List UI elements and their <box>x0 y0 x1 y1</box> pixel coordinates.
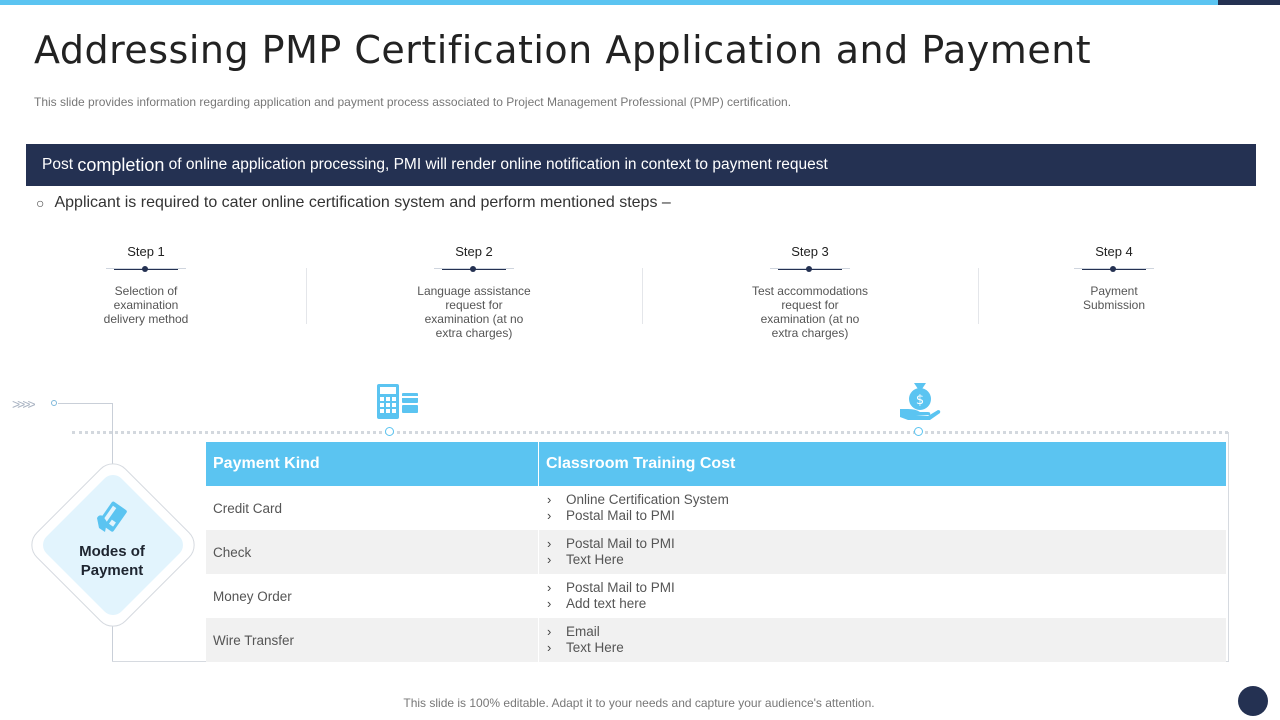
chevron-right-icon: › <box>547 596 552 611</box>
chevron-arrows-icon: >>>> <box>12 396 36 412</box>
step-divider <box>642 268 643 324</box>
training-cost-cell: › Email › Text Here <box>539 618 1226 662</box>
step-description: Language assistance request for examinat… <box>417 284 531 340</box>
cost-item: Add text here <box>566 596 647 611</box>
page-subtitle: This slide provides information regardin… <box>34 95 792 109</box>
connector-line <box>58 403 112 404</box>
banner-prefix: Post <box>42 156 78 173</box>
table-header: Payment Kind Classroom Training Cost <box>206 442 1226 486</box>
step-title: Step 1 <box>127 244 165 259</box>
card-hand-icon <box>93 498 133 543</box>
top-accent-bar <box>0 0 1218 5</box>
step-divider <box>978 268 979 324</box>
info-banner: Post completion of online application pr… <box>26 144 1256 186</box>
payment-table: Payment Kind Classroom Training Cost Cre… <box>206 442 1226 662</box>
step-description: Payment Submission <box>1082 284 1146 312</box>
cost-item: Email <box>566 624 600 639</box>
connector-node <box>914 427 923 436</box>
chevron-right-icon: › <box>547 536 552 551</box>
chevron-right-icon: › <box>547 640 552 655</box>
cost-item: Text Here <box>566 552 624 567</box>
table-frame-right <box>1228 432 1229 662</box>
step-connector <box>434 266 514 272</box>
step-connector <box>106 266 186 272</box>
step-title: Step 2 <box>455 244 493 259</box>
training-cost-cell: › Online Certification System › Postal Mai… <box>539 486 1226 530</box>
chevron-right-icon: › <box>547 552 552 567</box>
cost-item: Postal Mail to PMI <box>566 580 675 595</box>
bullet-circle-icon: ○ <box>36 195 45 211</box>
step-connector <box>1074 266 1154 272</box>
page-title: Addressing PMP Certification Application… <box>34 28 1092 72</box>
modes-of-payment-label: Modes of Payment <box>79 543 145 579</box>
chevron-right-icon: › <box>547 580 552 595</box>
training-cost-cell: › Postal Mail to PMI › Text Here <box>539 530 1226 574</box>
training-cost-cell: › Postal Mail to PMI › Add text here <box>539 574 1226 618</box>
chevron-right-icon: › <box>547 492 552 507</box>
footer-note: This slide is 100% editable. Adapt it to… <box>403 696 875 710</box>
money-bag-hand-icon: $ <box>898 379 942 426</box>
cost-item: Online Certification System <box>566 492 729 507</box>
step-4: Step 4 Payment Submission <box>1014 244 1214 312</box>
calculator-icon <box>376 383 420 426</box>
top-accent-bar-dark <box>1218 0 1280 5</box>
step-description: Test accommodations request for examinat… <box>751 284 869 340</box>
column-header-training-cost: Classroom Training Cost <box>546 455 736 472</box>
cost-item: Postal Mail to PMI <box>566 536 675 551</box>
table-row: Check › Postal Mail to PMI › Text Here <box>206 530 1226 574</box>
chevron-right-icon: › <box>547 624 552 639</box>
chevron-right-icon: › <box>547 508 552 523</box>
bullet-text: Applicant is required to cater online ce… <box>54 194 671 211</box>
table-row: Money Order › Postal Mail to PMI › Add tex… <box>206 574 1226 618</box>
step-title: Step 4 <box>1095 244 1133 259</box>
payment-kind-cell: Wire Transfer <box>206 618 539 662</box>
step-1: Step 1 Selection of examination delivery… <box>46 244 246 326</box>
cost-item: Postal Mail to PMI <box>566 508 675 523</box>
step-divider <box>306 268 307 324</box>
banner-emphasis: completion <box>77 154 165 175</box>
connector-node <box>51 400 57 406</box>
banner-suffix: of online application processing, PMI wi… <box>164 156 828 173</box>
svg-text:$: $ <box>916 393 924 408</box>
table-row: Credit Card › Online Certification System… <box>206 486 1226 530</box>
corner-dot <box>1238 686 1268 716</box>
table-row: Wire Transfer › Email › Text Here <box>206 618 1226 662</box>
step-description: Selection of examination delivery method <box>103 284 189 326</box>
dotted-divider <box>72 431 1228 434</box>
bullet-line: ○ Applicant is required to cater online … <box>36 194 671 212</box>
cost-item: Text Here <box>566 640 624 655</box>
step-3: Step 3 Test accommodations request for e… <box>710 244 910 340</box>
column-header-payment-kind: Payment Kind <box>206 442 539 486</box>
step-title: Step 3 <box>791 244 829 259</box>
payment-kind-cell: Check <box>206 530 539 574</box>
payment-kind-cell: Money Order <box>206 574 539 618</box>
payment-kind-cell: Credit Card <box>206 486 539 530</box>
step-connector <box>770 266 850 272</box>
step-2: Step 2 Language assistance request for e… <box>374 244 574 340</box>
connector-node <box>385 427 394 436</box>
